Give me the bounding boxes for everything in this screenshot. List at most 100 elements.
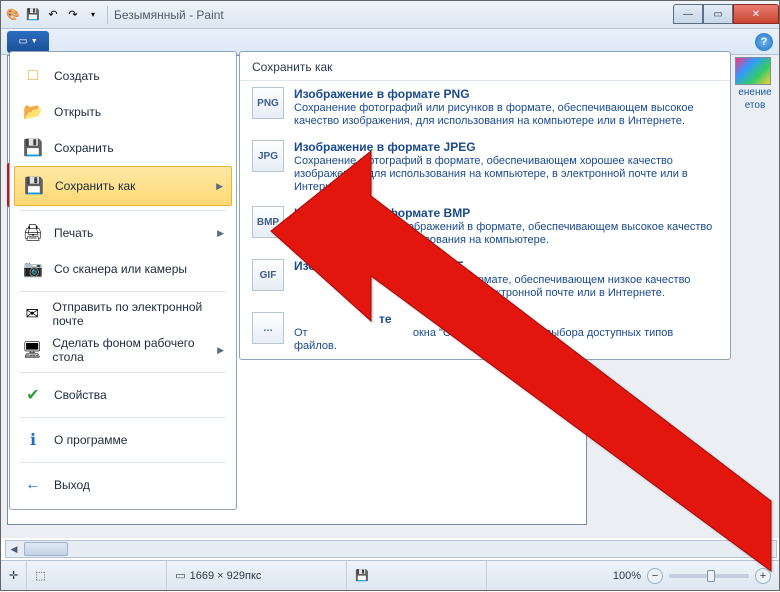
- minimize-button[interactable]: —: [673, 4, 703, 24]
- file-tab[interactable]: ▭ ▼: [7, 31, 49, 53]
- save-as-png[interactable]: PNG Изображение в формате PNG Сохранение…: [240, 81, 730, 134]
- separator: [107, 6, 108, 24]
- exit-icon: [22, 474, 44, 496]
- menu-about[interactable]: О программе: [14, 422, 232, 458]
- title-bar: 🎨 💾 ↶ ↷ ▾ Безымянный - Paint — ▭ ✕: [1, 1, 779, 29]
- zoom-out-button[interactable]: −: [647, 568, 663, 584]
- menu-properties-label: Свойства: [54, 388, 107, 402]
- submenu-header: Сохранить как: [240, 52, 730, 81]
- save-icon: [22, 137, 44, 159]
- menu-save-label: Сохранить: [54, 141, 114, 155]
- status-bar: ✛ ⬚ ▭ 1669 × 929пкс 💾 100% − +: [1, 560, 779, 590]
- save-as-bmp[interactable]: BMP Изображение в формате BMP Сохранение…: [240, 200, 730, 253]
- chevron-right-icon: ▶: [217, 228, 224, 239]
- separator: [20, 210, 226, 211]
- menu-email-label: Отправить по электронной почте: [52, 300, 224, 328]
- qat-redo-icon[interactable]: ↷: [65, 7, 81, 23]
- png-desc: Сохранение фотографий или рисунков в фор…: [294, 102, 718, 128]
- help-icon[interactable]: ?: [755, 33, 773, 51]
- scroll-right-icon[interactable]: ▶: [742, 541, 758, 557]
- bmp-title: Изображение в формате BMP: [294, 206, 718, 220]
- chevron-right-icon: ▶: [217, 345, 224, 356]
- zoom-slider[interactable]: [669, 574, 749, 578]
- bmp-file-icon: BMP: [252, 206, 284, 238]
- scroll-left-icon[interactable]: ◀: [6, 541, 22, 557]
- jpeg-title: Изображение в формате JPEG: [294, 140, 718, 154]
- qat-save-icon[interactable]: 💾: [25, 7, 41, 23]
- color-edit-panel: енение етов: [735, 57, 775, 111]
- save-as-other[interactable]: … Другие формате Открытие диалогового ок…: [240, 306, 730, 359]
- menu-print-label: Печать: [54, 226, 93, 240]
- window-title: Безымянный - Paint: [114, 8, 224, 22]
- save-as-submenu: Сохранить как PNG Изображение в формате …: [239, 51, 731, 360]
- qat-undo-icon[interactable]: ↶: [45, 7, 61, 23]
- panel-label-2: етов: [735, 100, 775, 111]
- gif-desc: Сохранение простых рисунков в формате, о…: [294, 274, 690, 300]
- menu-create[interactable]: Создать: [14, 58, 232, 94]
- menu-properties[interactable]: Свойства: [14, 377, 232, 413]
- scroll-thumb[interactable]: [24, 542, 68, 556]
- chevron-down-icon: ▼: [31, 38, 38, 45]
- menu-about-label: О программе: [54, 433, 127, 447]
- new-file-icon: [22, 65, 44, 87]
- menu-print[interactable]: Печать ▶: [14, 215, 232, 251]
- menu-exit[interactable]: Выход: [14, 467, 232, 503]
- menu-wallpaper[interactable]: Сделать фоном рабочего стола ▶: [14, 332, 232, 368]
- menu-open[interactable]: Открыть: [14, 94, 232, 130]
- maximize-button[interactable]: ▭: [703, 4, 733, 24]
- panel-label-1: енение: [735, 87, 775, 98]
- zoom-in-button[interactable]: +: [755, 568, 771, 584]
- menu-save[interactable]: Сохранить: [14, 130, 232, 166]
- close-button[interactable]: ✕: [733, 4, 779, 24]
- jpeg-desc: Сохранение фотографий в формате, обеспеч…: [294, 155, 718, 194]
- menu-scanner-label: Со сканера или камеры: [54, 262, 187, 276]
- save-as-gif[interactable]: GIF Изображение в формате GIF Сохранение…: [240, 253, 730, 306]
- envelope-icon: [22, 303, 42, 325]
- separator: [20, 417, 226, 418]
- bmp-desc: Сохранение любых изображений в формате, …: [294, 221, 718, 247]
- info-icon: [22, 429, 44, 451]
- scroll-down-icon[interactable]: ▼: [759, 540, 777, 558]
- other-format-icon: …: [252, 312, 284, 344]
- color-swatch-icon[interactable]: [735, 57, 771, 85]
- desktop-icon: [22, 339, 42, 361]
- qat-customize-icon[interactable]: ▾: [85, 7, 101, 23]
- jpeg-file-icon: JPG: [252, 140, 284, 172]
- app-icon: 🎨: [5, 7, 21, 23]
- printer-icon: [22, 222, 44, 244]
- other-desc: Открытие диалогового окна "Сохранить как…: [294, 327, 718, 353]
- file-tab-icon: ▭: [18, 36, 27, 47]
- camera-icon: [22, 258, 44, 280]
- menu-save-as[interactable]: Сохранить как ▶: [14, 166, 232, 206]
- quick-access-toolbar: 🎨 💾 ↶ ↷ ▾: [5, 7, 101, 23]
- selection-icon: ⬚: [35, 569, 45, 582]
- checkmark-icon: [22, 384, 44, 406]
- other-title: Другие формате: [294, 312, 718, 326]
- menu-open-label: Открыть: [54, 105, 101, 119]
- canvas-size-icon: ▭: [175, 569, 185, 582]
- menu-scanner[interactable]: Со сканера или камеры: [14, 251, 232, 287]
- cursor-icon: ✛: [9, 569, 18, 582]
- menu-save-as-label: Сохранить как: [55, 179, 135, 193]
- open-folder-icon: [22, 101, 44, 123]
- save-as-jpeg[interactable]: JPG Изображение в формате JPEG Сохранени…: [240, 134, 730, 200]
- disk-icon: 💾: [355, 569, 369, 582]
- zoom-level: 100%: [613, 570, 641, 582]
- status-cursor-position: ✛: [1, 561, 27, 590]
- file-menu: Создать Открыть Сохранить Сохранить как …: [9, 51, 237, 510]
- menu-email[interactable]: Отправить по электронной почте: [14, 296, 232, 332]
- zoom-slider-knob[interactable]: [707, 570, 715, 582]
- status-canvas-size: ▭ 1669 × 929пкс: [167, 561, 347, 590]
- zoom-controls: 100% − +: [605, 568, 779, 584]
- separator: [20, 372, 226, 373]
- chevron-right-icon: ▶: [216, 181, 223, 192]
- window-controls: — ▭ ✕: [673, 5, 779, 24]
- gif-file-icon: GIF: [252, 259, 284, 291]
- png-file-icon: PNG: [252, 87, 284, 119]
- horizontal-scrollbar[interactable]: ◀ ▶: [5, 540, 759, 558]
- status-file-size: 💾: [347, 561, 487, 590]
- separator: [20, 291, 226, 292]
- menu-create-label: Создать: [54, 69, 100, 83]
- gif-title: Изображение в формате GIF: [294, 259, 690, 273]
- canvas-dimensions: 1669 × 929пкс: [190, 570, 262, 582]
